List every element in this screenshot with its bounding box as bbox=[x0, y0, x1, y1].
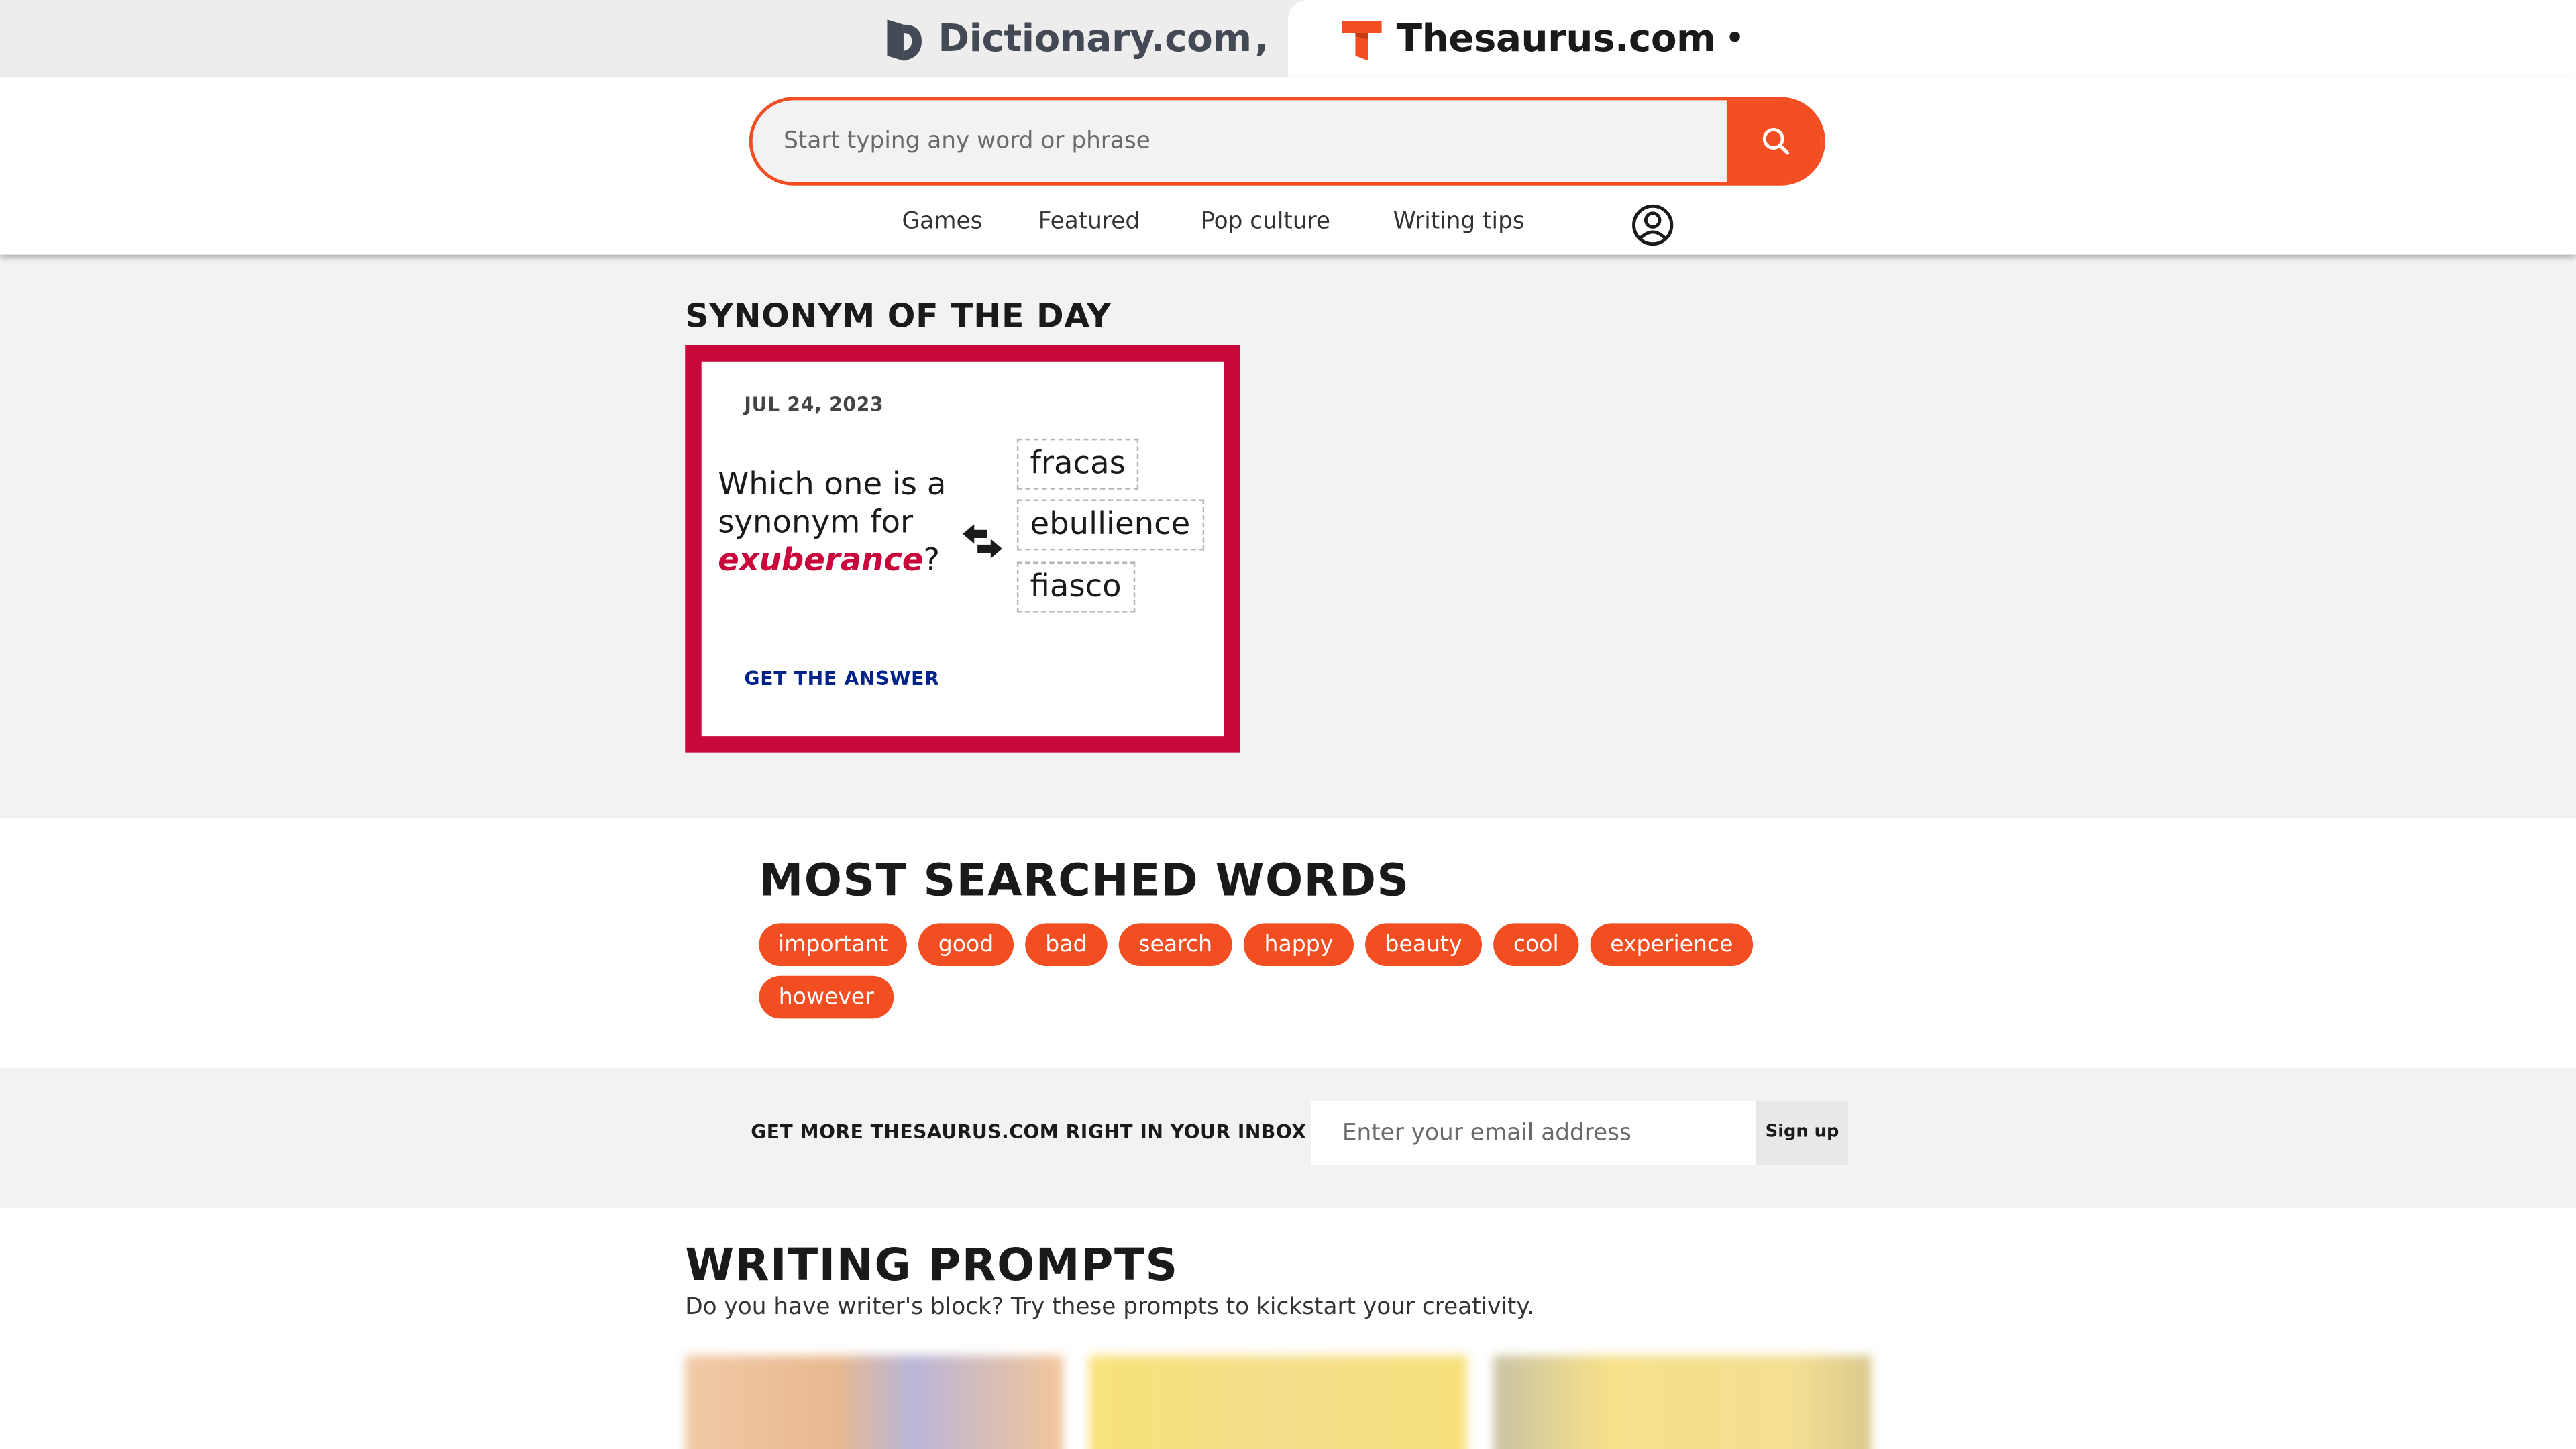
answer-option-3[interactable]: fiasco bbox=[1016, 561, 1135, 613]
nav-item-writing-tips[interactable]: Writing tips bbox=[1393, 209, 1525, 235]
word-tag-cool[interactable]: cool bbox=[1493, 923, 1579, 967]
thesaurus-brand-mark: • bbox=[1725, 21, 1745, 56]
dictionary-tab[interactable]: Dictionary.com , bbox=[882, 0, 1269, 77]
nav-item-pop-culture[interactable]: Pop culture bbox=[1201, 209, 1330, 235]
synonym-of-the-day-card[interactable]: JUL 24, 2023 Which one is a synonym for … bbox=[685, 345, 1240, 753]
main-nav: Games Featured Pop culture Writing tips bbox=[0, 209, 2576, 241]
site-header: Games Featured Pop culture Writing tips bbox=[0, 77, 2576, 255]
dictionary-brand-mark: , bbox=[1254, 17, 1269, 60]
writing-prompts-section: WRITING PROMPTS Do you have writer's blo… bbox=[0, 1208, 2576, 1449]
prompt-thumbnail[interactable] bbox=[1089, 1355, 1467, 1449]
sotd-date: JUL 24, 2023 bbox=[744, 392, 884, 416]
section-heading: MOST SEARCHED WORDS bbox=[759, 855, 1410, 907]
dictionary-logo-icon bbox=[887, 19, 922, 60]
answer-option-2[interactable]: ebullience bbox=[1016, 499, 1203, 551]
word-tag-search[interactable]: search bbox=[1118, 923, 1232, 967]
sotd-question: Which one is a synonym for exuberance? bbox=[718, 467, 964, 580]
sign-up-button[interactable]: Sign up bbox=[1756, 1100, 1849, 1165]
search-bar bbox=[749, 97, 1825, 186]
word-tag-however[interactable]: however bbox=[759, 975, 894, 1019]
question-mark: ? bbox=[923, 542, 941, 579]
thesaurus-logo-icon bbox=[1342, 20, 1382, 60]
search-input[interactable] bbox=[752, 100, 1729, 182]
card-body: JUL 24, 2023 Which one is a synonym for … bbox=[701, 361, 1224, 737]
section-heading: SYNONYM OF THE DAY bbox=[685, 295, 1112, 335]
thesaurus-brand-name: Thesaurus.com bbox=[1396, 17, 1716, 60]
word-tag-good[interactable]: good bbox=[918, 923, 1014, 967]
thesaurus-tab[interactable]: Thesaurus.com • bbox=[1288, 0, 2576, 78]
prompt-thumbnail[interactable] bbox=[685, 1355, 1063, 1449]
user-account-icon[interactable] bbox=[1629, 202, 1676, 248]
email-field[interactable] bbox=[1311, 1100, 1756, 1165]
prompt-thumbnail[interactable] bbox=[1493, 1355, 1872, 1449]
brand-bar: Dictionary.com , Thesaurus.com • bbox=[0, 0, 2576, 78]
word-tag-beauty[interactable]: beauty bbox=[1365, 923, 1482, 967]
section-subheading: Do you have writer's block? Try these pr… bbox=[685, 1294, 1534, 1320]
section-heading: WRITING PROMPTS bbox=[685, 1240, 1179, 1291]
swap-arrows-icon bbox=[963, 524, 1002, 559]
word-tag-experience[interactable]: experience bbox=[1590, 923, 1754, 967]
dictionary-brand-name: Dictionary.com bbox=[938, 17, 1252, 60]
newsletter-label: GET MORE THESAURUS.COM RIGHT IN YOUR INB… bbox=[751, 1120, 1307, 1144]
most-searched-section: MOST SEARCHED WORDS important good bad s… bbox=[0, 818, 2576, 1068]
get-answer-link[interactable]: GET THE ANSWER bbox=[744, 667, 939, 690]
answer-option-1[interactable]: fracas bbox=[1016, 438, 1139, 490]
sotd-word: exuberance bbox=[718, 542, 924, 579]
word-tag-important[interactable]: important bbox=[759, 923, 907, 967]
search-button[interactable] bbox=[1726, 100, 1822, 182]
question-text: Which one is a synonym for bbox=[718, 466, 947, 541]
nav-item-featured[interactable]: Featured bbox=[1038, 209, 1140, 235]
word-tag-bad[interactable]: bad bbox=[1025, 923, 1108, 967]
word-tag-happy[interactable]: happy bbox=[1243, 923, 1354, 967]
newsletter-section: GET MORE THESAURUS.COM RIGHT IN YOUR INB… bbox=[0, 1067, 2576, 1208]
search-icon bbox=[1762, 128, 1790, 155]
synonym-of-the-day-section: SYNONYM OF THE DAY JUL 24, 2023 Which on… bbox=[0, 254, 2576, 818]
nav-item-games[interactable]: Games bbox=[902, 209, 983, 235]
